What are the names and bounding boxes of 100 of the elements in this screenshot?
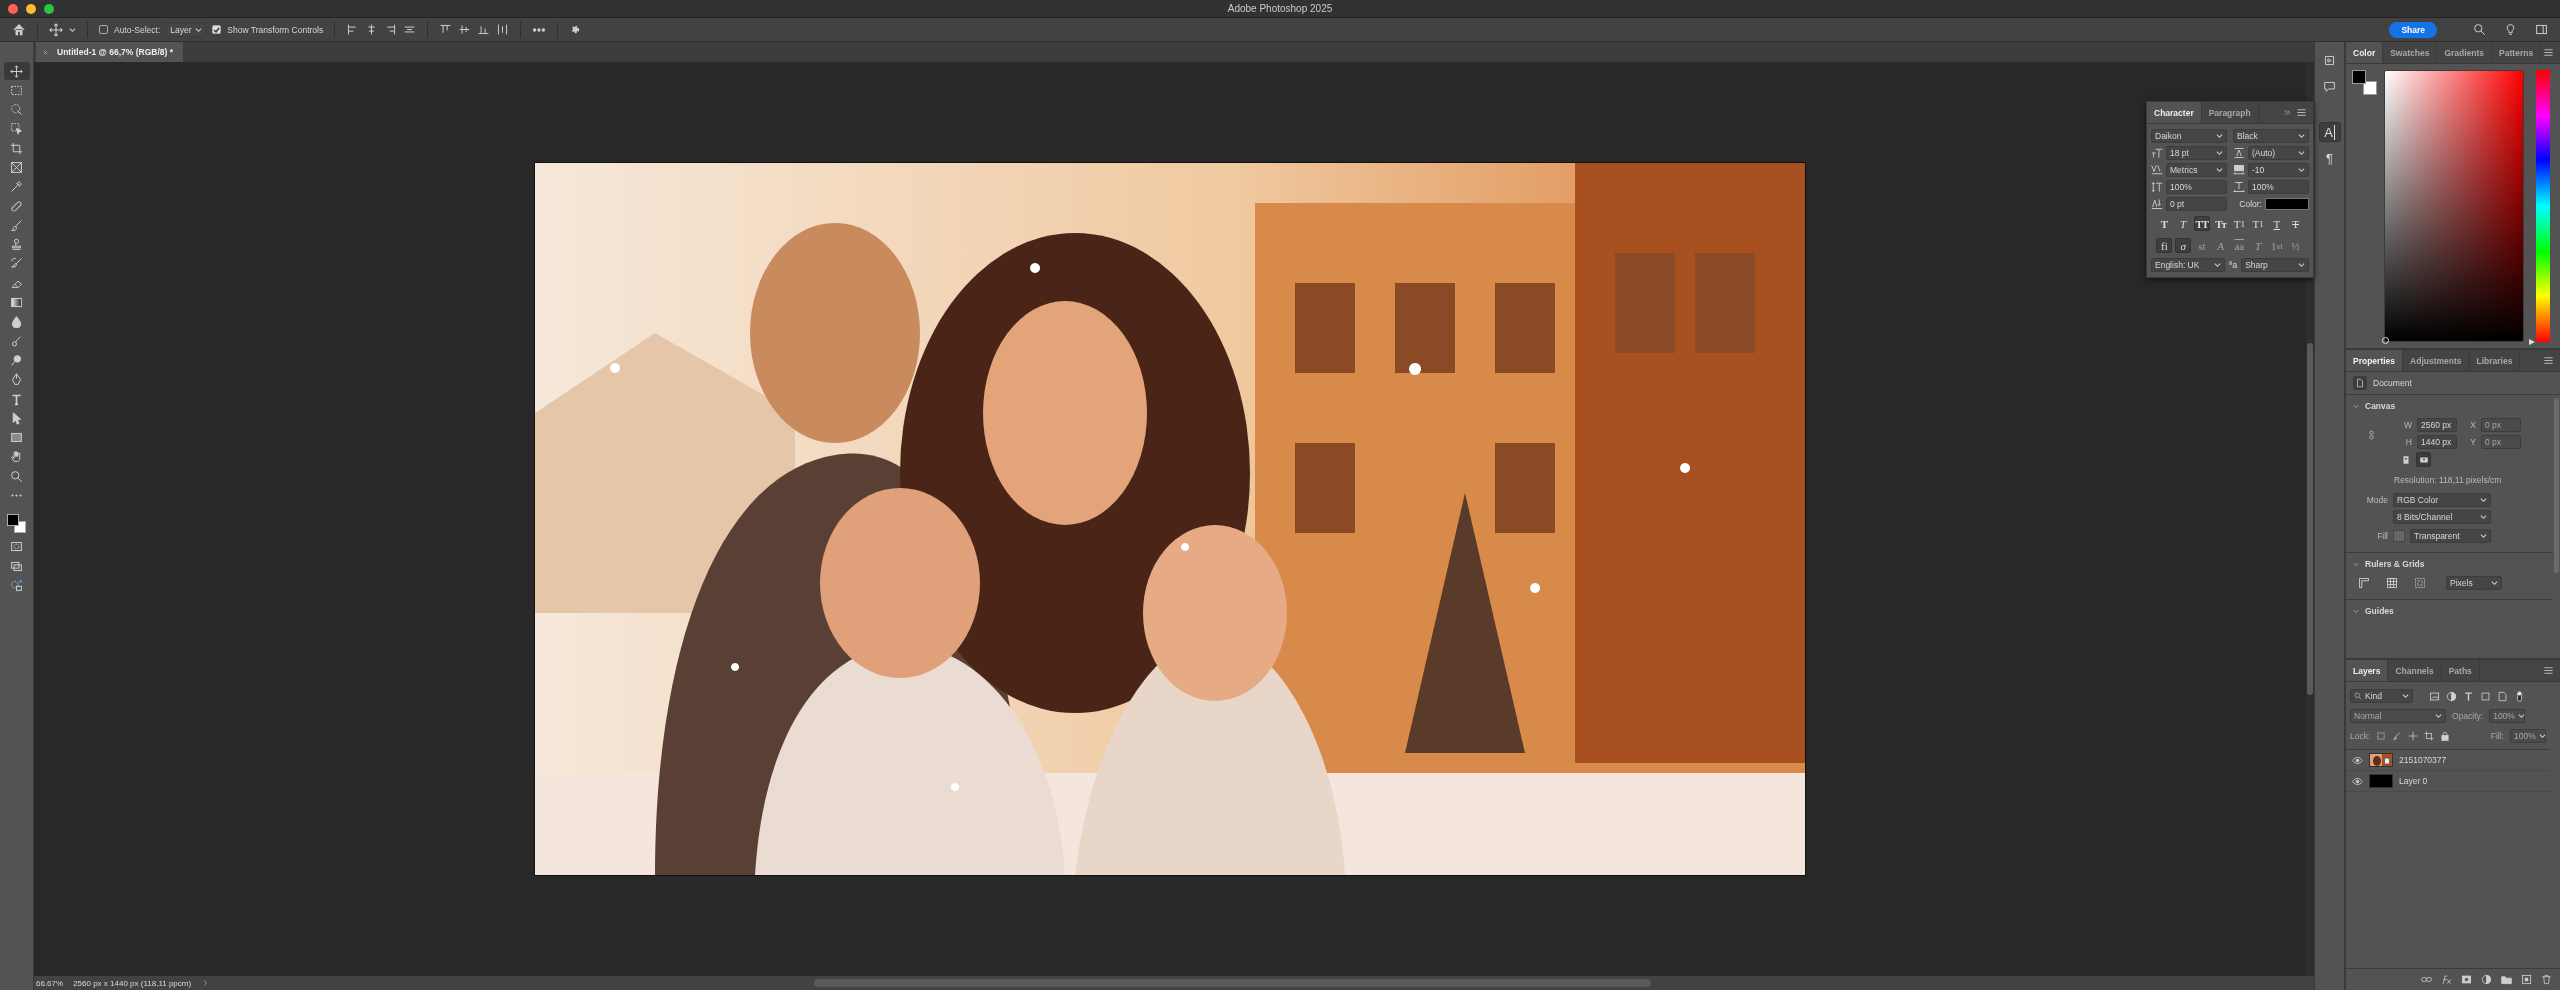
collapse-icon[interactable] <box>2283 108 2292 117</box>
font-style-dropdown[interactable]: Black <box>2233 129 2309 143</box>
hue-slider-thumb[interactable] <box>2529 339 2535 345</box>
target-dropdown[interactable]: Layer <box>166 22 207 37</box>
menu-icon[interactable] <box>2543 355 2554 366</box>
fill-dropdown[interactable]: Transparent <box>2410 529 2491 543</box>
panel-tab[interactable]: Adjustments <box>2403 350 2470 371</box>
layer-name[interactable]: Layer 0 <box>2399 776 2428 786</box>
menu-icon[interactable] <box>2296 107 2307 118</box>
layer-row[interactable]: 2151070377 <box>2346 750 2550 771</box>
panel-tab[interactable]: Swatches <box>2383 42 2438 63</box>
move-tool[interactable] <box>3 62 30 80</box>
new-layer-icon[interactable] <box>2521 974 2532 985</box>
link-icon[interactable] <box>2367 427 2376 442</box>
panel-tab[interactable]: Paragraph <box>2201 102 2259 123</box>
text-style-button[interactable]: T <box>2268 216 2285 231</box>
adjustment-filter-icon[interactable] <box>2446 690 2457 702</box>
search-icon[interactable] <box>2473 23 2486 36</box>
pixel-grid-icon[interactable] <box>2414 577 2426 589</box>
pixel-filter-icon[interactable] <box>2429 690 2440 702</box>
text-style-button[interactable]: Tт <box>2212 216 2229 231</box>
fx-icon[interactable] <box>2441 974 2452 985</box>
panel-tab[interactable]: Channels <box>2388 660 2442 681</box>
lock-position-icon[interactable] <box>2408 731 2419 741</box>
eye-icon[interactable] <box>2352 754 2363 766</box>
bit-depth-dropdown[interactable]: 8 Bits/Channel <box>2393 510 2491 524</box>
fill-field[interactable]: 100% <box>2510 729 2546 743</box>
mode-dropdown[interactable]: RGB Color <box>2393 493 2491 507</box>
leading-dropdown[interactable]: (Auto) <box>2248 146 2309 160</box>
opentype-button[interactable]: σ <box>2175 238 2192 253</box>
distribute-icon[interactable] <box>439 23 453 36</box>
folder-icon[interactable] <box>2501 974 2512 985</box>
background-swatch[interactable] <box>2363 81 2377 95</box>
text-style-button[interactable]: T <box>2287 216 2304 231</box>
comment-icon[interactable] <box>2323 79 2336 93</box>
checkbox[interactable] <box>99 25 108 34</box>
kerning-dropdown[interactable]: Metrics <box>2166 163 2227 177</box>
distribute-icon[interactable] <box>458 23 472 36</box>
scrollbar-thumb[interactable] <box>814 979 1652 987</box>
zoom-level[interactable]: 66.67% <box>36 978 64 988</box>
align-icon[interactable] <box>384 23 398 36</box>
distribute-icon[interactable] <box>496 23 510 36</box>
baseline-shift-field[interactable]: 0 pt <box>2166 197 2227 211</box>
font-family-dropdown[interactable]: Daikon <box>2151 129 2227 143</box>
close-icon[interactable] <box>42 48 49 56</box>
panel-tab[interactable]: Libraries <box>2469 350 2521 371</box>
history-icon[interactable] <box>2323 53 2336 67</box>
menu-icon[interactable] <box>2543 665 2554 676</box>
screen-mode-icon[interactable] <box>10 559 23 573</box>
units-dropdown[interactable]: Pixels <box>2446 576 2502 590</box>
filter-dropdown[interactable]: Kind <box>2350 689 2413 703</box>
share-button[interactable]: Share <box>2389 21 2437 38</box>
color-field[interactable] <box>2384 70 2524 342</box>
ruler-icon[interactable] <box>2358 577 2370 589</box>
section-header[interactable]: Rulers & Grids <box>2346 553 2553 573</box>
section-header[interactable]: Guides <box>2346 600 2553 620</box>
panel-button[interactable]: A <box>2318 122 2341 142</box>
panel-tab[interactable]: Paths <box>2441 660 2480 681</box>
foreground-swatch[interactable] <box>6 513 19 526</box>
text-color-swatch[interactable] <box>2265 198 2309 210</box>
workspace-icon[interactable] <box>2535 23 2548 36</box>
tracking-dropdown[interactable]: -10 <box>2248 163 2309 177</box>
scrollbar-thumb[interactable] <box>2554 398 2559 573</box>
lock-paint-icon[interactable] <box>2392 731 2403 741</box>
antialias-dropdown[interactable]: Sharp <box>2241 258 2309 272</box>
align-icon[interactable] <box>403 23 417 36</box>
edit-toolbar-icon[interactable] <box>10 578 23 592</box>
move-tool-icon[interactable] <box>49 22 63 37</box>
mask-icon[interactable] <box>2461 974 2472 985</box>
opentype-button[interactable]: fi <box>2156 238 2173 253</box>
lock-artboard-icon[interactable] <box>2424 731 2435 741</box>
panel-tab[interactable]: Properties <box>2346 350 2404 371</box>
panel-tab[interactable]: Gradients <box>2437 42 2493 63</box>
window-close-button[interactable] <box>8 4 18 14</box>
foreground-swatch[interactable] <box>2352 70 2366 84</box>
font-size-dropdown[interactable]: 18 pt <box>2166 146 2227 160</box>
window-minimize-button[interactable] <box>26 4 36 14</box>
document-tab[interactable]: Untitled-1 @ 66,7% (RGB/8) * <box>36 42 184 62</box>
section-header[interactable]: Canvas <box>2346 395 2553 415</box>
text-style-button[interactable]: T <box>2175 216 2192 231</box>
quick-mask-icon[interactable] <box>10 540 23 554</box>
height-field[interactable]: 1440 px <box>2417 435 2457 449</box>
lightbulb-icon[interactable] <box>2504 23 2517 36</box>
shape-filter-icon[interactable] <box>2480 690 2491 702</box>
layer-name[interactable]: 2151070377 <box>2399 755 2447 765</box>
panel-tab[interactable]: Patterns <box>2492 42 2542 63</box>
smart-object-filter-icon[interactable] <box>2497 690 2508 702</box>
lock-icon[interactable] <box>2440 731 2451 741</box>
home-icon[interactable] <box>12 22 26 37</box>
opacity-field[interactable]: 100% <box>2489 709 2526 723</box>
x-field[interactable]: 0 px <box>2481 418 2521 432</box>
y-field[interactable]: 0 px <box>2481 435 2521 449</box>
distribute-icon[interactable] <box>477 23 491 36</box>
menu-icon[interactable] <box>2543 47 2554 58</box>
scrollbar-thumb[interactable] <box>2307 343 2313 695</box>
filter-toggle-icon[interactable] <box>2514 689 2525 703</box>
adjustment-layer-icon[interactable] <box>2481 974 2492 985</box>
text-style-button[interactable]: TT <box>2193 216 2210 231</box>
panel-tab[interactable]: Color <box>2346 42 2384 63</box>
layer-row[interactable]: Layer 0 <box>2346 771 2550 792</box>
